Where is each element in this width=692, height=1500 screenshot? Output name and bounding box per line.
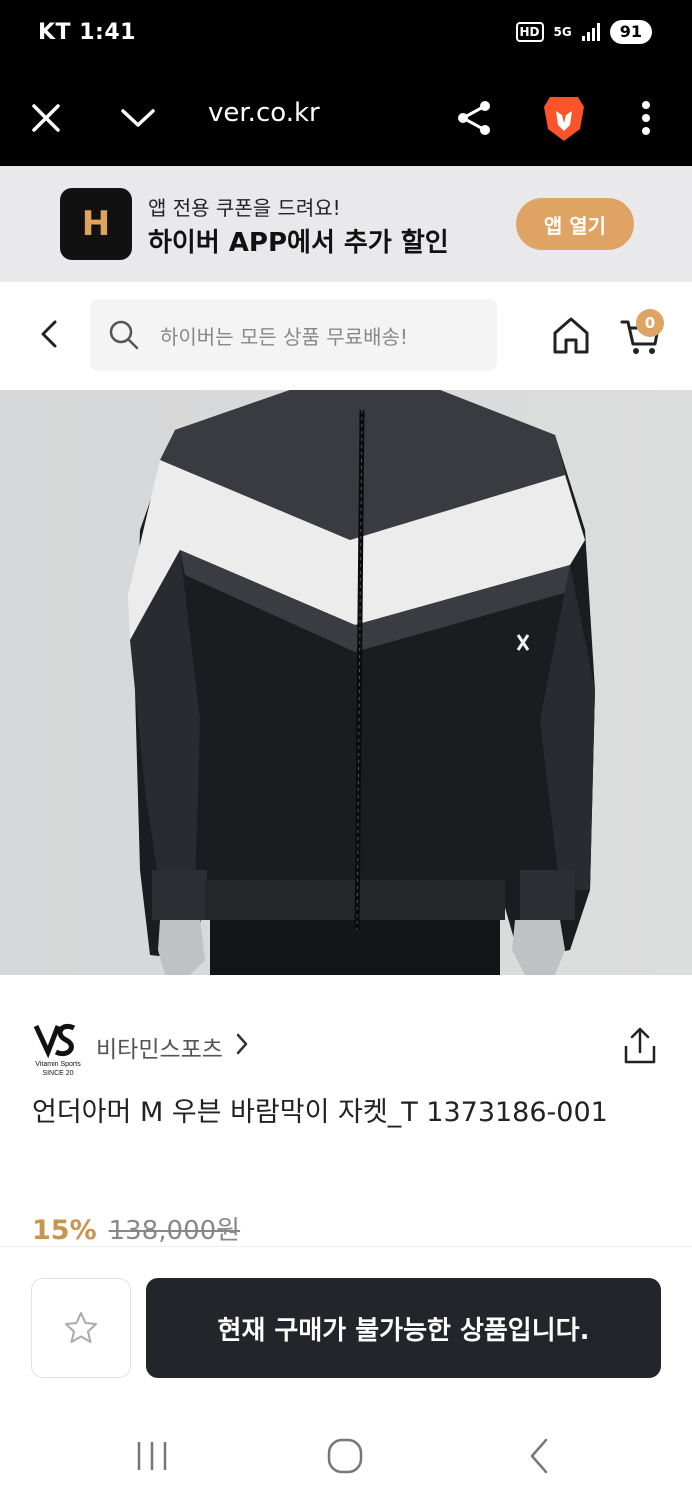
seller-logo: Vitamin Sports SINCE 20 bbox=[30, 1018, 86, 1078]
browser-toolbar: ver.co.kr bbox=[0, 70, 692, 166]
product-title: 언더아머 M 우븐 바람막이 자켓_T 1373186-001 bbox=[32, 1097, 608, 1128]
status-icons: HD 5G 91 bbox=[515, 20, 652, 44]
svg-text:Vitamin Sports: Vitamin Sports bbox=[35, 1061, 81, 1068]
recents-icon[interactable] bbox=[130, 1434, 174, 1478]
close-icon[interactable] bbox=[22, 94, 70, 142]
seller-link[interactable]: 비타민스포츠 bbox=[96, 1030, 249, 1064]
discount-rate: 15% bbox=[32, 1215, 97, 1246]
purchase-bar: 현재 구매가 불가능한 상품입니다. bbox=[0, 1246, 692, 1410]
search-input[interactable]: 하이버는 모든 상품 무료배송! bbox=[90, 299, 497, 371]
open-app-button[interactable]: 앱 열기 bbox=[516, 198, 634, 250]
url-text[interactable]: ver.co.kr bbox=[208, 98, 320, 128]
brave-lion-icon[interactable] bbox=[540, 94, 588, 142]
home-circle-icon[interactable] bbox=[323, 1434, 367, 1478]
seller-name: 비타민스포츠 bbox=[96, 1037, 223, 1063]
signal-icon bbox=[581, 23, 600, 41]
cart-count-badge: 0 bbox=[636, 309, 664, 337]
seller-row[interactable]: Vitamin Sports SINCE 20 비타민스포츠 bbox=[0, 1010, 692, 1080]
original-price: 138,000원 bbox=[108, 1216, 241, 1246]
back-nav-icon[interactable] bbox=[518, 1434, 562, 1478]
product-image[interactable] bbox=[0, 390, 692, 975]
purchase-unavailable-button[interactable]: 현재 구매가 불가능한 상품입니다. bbox=[146, 1278, 661, 1378]
back-icon[interactable] bbox=[28, 312, 72, 356]
battery-icon: 91 bbox=[609, 20, 652, 44]
share-icon[interactable] bbox=[450, 94, 498, 142]
wishlist-button[interactable] bbox=[31, 1278, 131, 1378]
chevron-right-icon bbox=[235, 1032, 249, 1062]
status-bar: KT 1:41 HD 5G 91 bbox=[0, 0, 692, 70]
status-time: KT 1:41 bbox=[38, 20, 136, 45]
network-icon: 5G bbox=[553, 25, 572, 39]
banner-subtitle: 앱 전용 쿠폰을 드려요! bbox=[148, 196, 341, 220]
more-vert-icon[interactable] bbox=[622, 94, 670, 142]
search-placeholder: 하이버는 모든 상품 무료배송! bbox=[160, 325, 408, 349]
svg-text:SINCE 20: SINCE 20 bbox=[42, 1070, 73, 1077]
hiver-logo: H bbox=[60, 188, 132, 260]
price-row: 15% 138,000원 bbox=[32, 1210, 240, 1247]
chevron-down-icon[interactable] bbox=[114, 94, 162, 142]
search-icon bbox=[108, 319, 140, 351]
banner-title: 하이버 APP에서 추가 할인 bbox=[148, 228, 449, 258]
star-icon bbox=[65, 1312, 97, 1343]
hd-icon: HD bbox=[515, 22, 544, 42]
share-upload-icon[interactable] bbox=[620, 1026, 660, 1066]
system-nav-bar bbox=[0, 1410, 692, 1500]
home-icon[interactable] bbox=[548, 312, 594, 358]
site-header: 하이버는 모든 상품 무료배송! 0 bbox=[0, 282, 692, 390]
app-banner[interactable]: H 앱 전용 쿠폰을 드려요! 하이버 APP에서 추가 할인 앱 열기 bbox=[0, 166, 692, 282]
